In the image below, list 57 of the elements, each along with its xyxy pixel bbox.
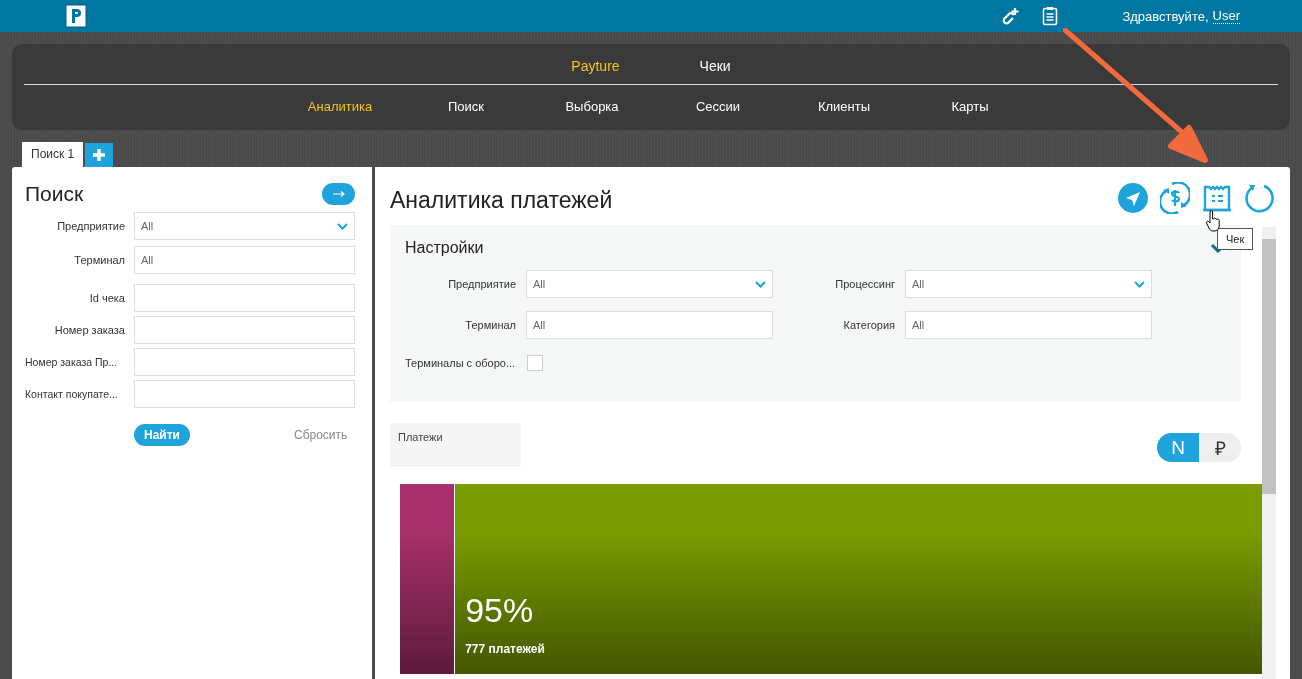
nav-link[interactable]: Карты [907, 99, 1033, 114]
field-label: Контакт покупате... [25, 388, 119, 400]
field-label: Терминалы с оборо... [405, 357, 516, 369]
page-title: Аналитика платежей [390, 186, 613, 214]
logo-icon[interactable] [65, 4, 87, 28]
user-link[interactable]: User [1212, 8, 1240, 24]
field-label: Предприятие [56, 220, 125, 232]
section-title: Настройки [405, 239, 484, 257]
checkbox[interactable] [527, 355, 543, 371]
field-label: Id чека [88, 292, 125, 304]
nav-link[interactable]: Клиенты [781, 99, 907, 114]
input-field[interactable]: All [526, 311, 773, 339]
nav-link[interactable]: Поиск [403, 99, 529, 114]
dropdown[interactable]: All [526, 270, 773, 298]
reset-link[interactable]: Сбросить [294, 428, 348, 442]
field-label: Номер заказа Пр... [25, 356, 119, 368]
chevron-icon [1134, 280, 1145, 288]
tab[interactable]: Поиск 1 [22, 142, 84, 167]
card-title: Платежи [398, 431, 443, 443]
percent-value: 95% [465, 591, 535, 630]
nav-link[interactable]: Аналитика [277, 99, 403, 114]
dollar-cycle-icon[interactable] [1160, 182, 1190, 214]
panel-title: Поиск [25, 182, 84, 206]
nav-link[interactable]: Выборка [529, 99, 655, 114]
go-button[interactable] [322, 183, 355, 205]
chevron-icon [337, 222, 348, 230]
nav-tab[interactable]: Чеки [699, 58, 731, 84]
receipt-icon[interactable] [1202, 184, 1232, 212]
input-field[interactable] [134, 380, 355, 408]
nav-link[interactable]: Сессии [655, 99, 781, 114]
scrollbar[interactable] [1262, 227, 1276, 679]
input-field[interactable] [134, 316, 355, 344]
input-field[interactable]: All [134, 246, 355, 274]
field-label: Предприятие [447, 278, 516, 290]
tooltip: Чек [1217, 228, 1254, 250]
scrollbar-thumb[interactable] [1262, 239, 1276, 494]
add-tab-button[interactable] [85, 143, 114, 167]
field-label: Терминал [73, 254, 125, 266]
plus-icon [92, 148, 107, 162]
input-field[interactable]: All [905, 311, 1152, 339]
dropdown[interactable]: All [905, 270, 1152, 298]
send-icon[interactable] [1118, 183, 1148, 213]
arrow-icon [332, 191, 345, 197]
payments-card[interactable]: Платежи [390, 423, 521, 467]
field-label: Терминал [464, 319, 516, 331]
greeting-text: Здравствуйте, [1122, 8, 1209, 24]
nav-tab[interactable]: Payture [571, 58, 620, 84]
dropdown[interactable]: All [134, 212, 355, 240]
field-label: Процессинг [834, 278, 895, 290]
refresh-icon[interactable] [1244, 183, 1274, 213]
clipboard-icon[interactable] [1042, 6, 1059, 26]
chevron-icon [755, 280, 766, 288]
field-label: Категория [842, 319, 895, 331]
field-label: Номер заказа [53, 324, 125, 336]
bar-caption: 777 платежей [465, 642, 545, 656]
input-field[interactable] [134, 348, 355, 376]
input-field[interactable] [134, 284, 355, 312]
